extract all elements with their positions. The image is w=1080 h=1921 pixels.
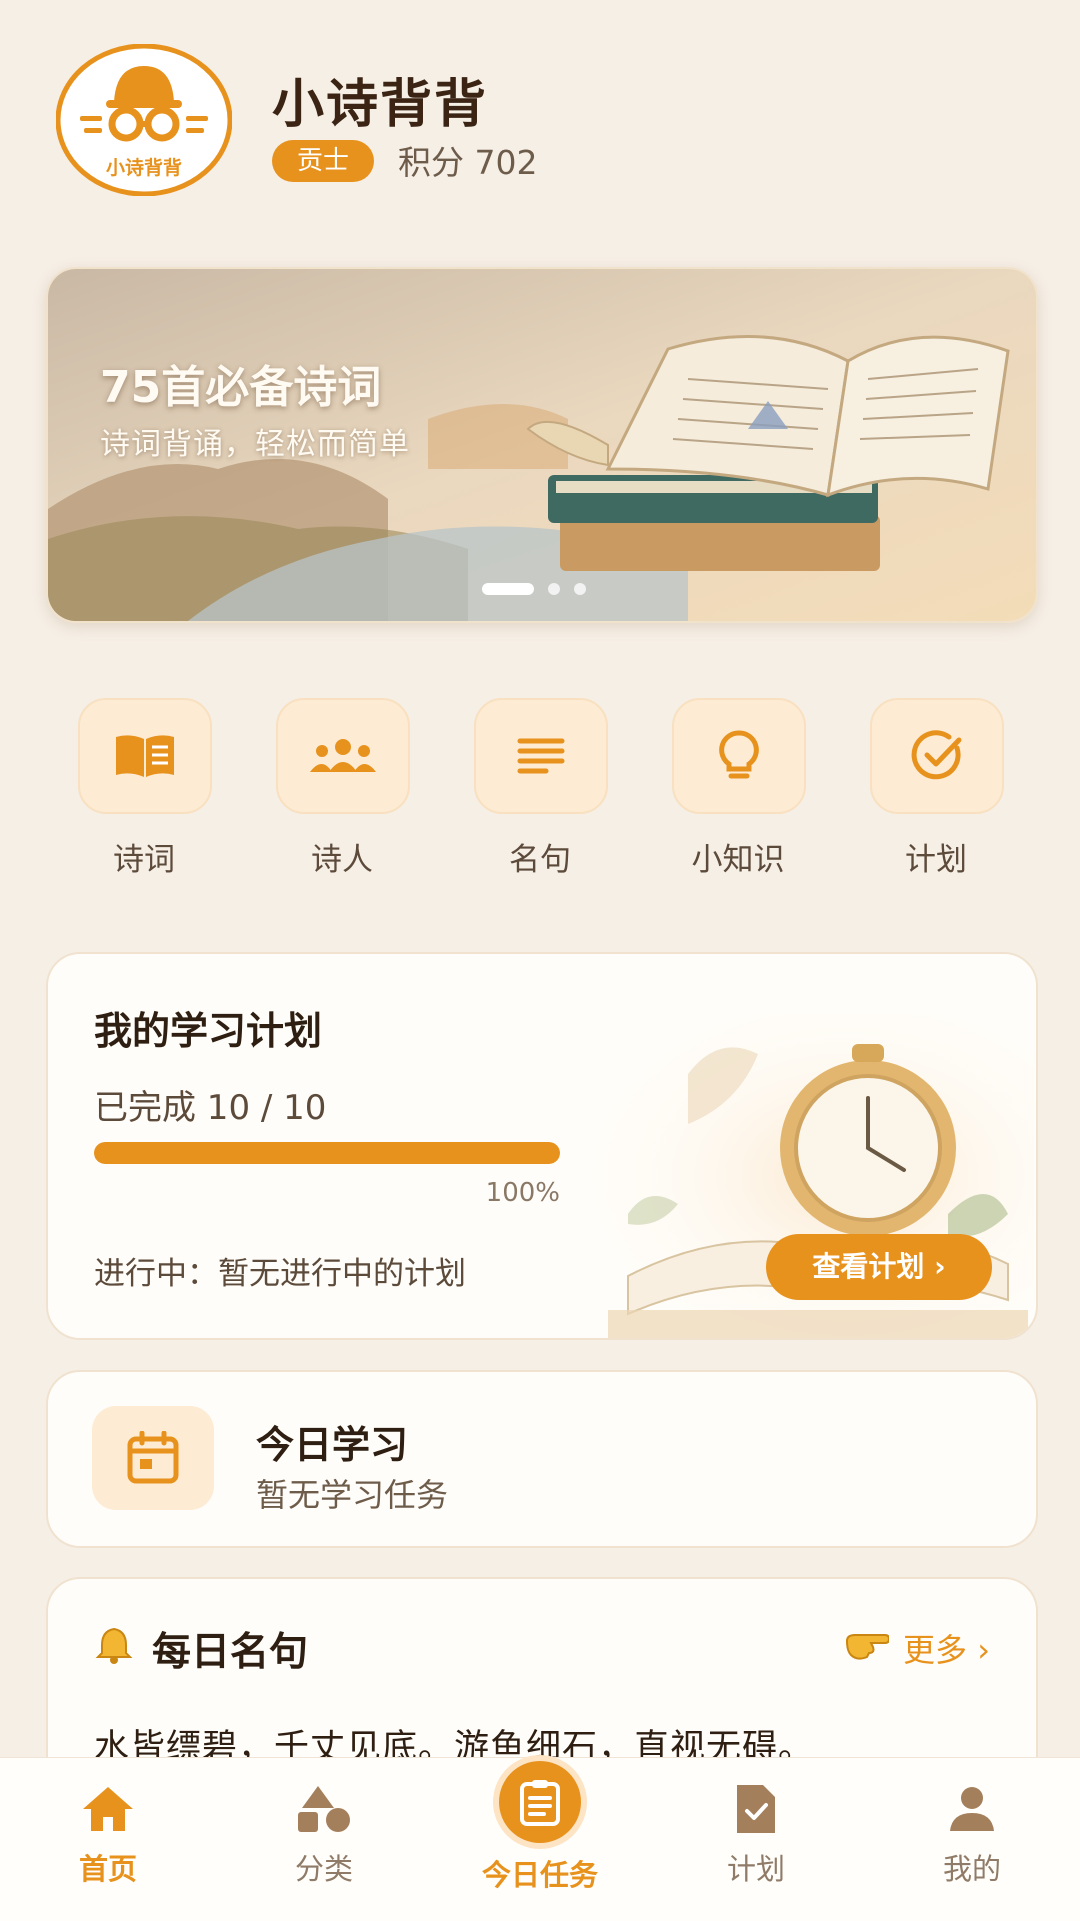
- category-quotes[interactable]: 名句: [474, 698, 608, 879]
- carousel-dot-active[interactable]: [482, 583, 534, 595]
- today-title: 今日学习: [256, 1423, 409, 1467]
- daily-quote-title: 每日名句: [152, 1630, 309, 1675]
- tab-me[interactable]: 我的: [902, 1780, 1042, 1888]
- today-subtitle: 暂无学习任务: [256, 1476, 449, 1514]
- category-plan[interactable]: 计划: [870, 698, 1004, 879]
- people-icon: [276, 698, 410, 814]
- plan-progress-percent: 100%: [485, 1178, 560, 1208]
- lines-icon: [474, 698, 608, 814]
- bottom-tab-bar: 首页 分类 今日任务 计划 我的: [0, 1757, 1080, 1921]
- view-plan-button[interactable]: 查看计划 ›: [766, 1234, 992, 1300]
- category-label: 计划: [905, 842, 967, 878]
- today-study-card[interactable]: 今日学习 暂无学习任务: [46, 1370, 1038, 1548]
- category-knowledge[interactable]: 小知识: [672, 698, 806, 879]
- check-circle-icon: [870, 698, 1004, 814]
- carousel-dot[interactable]: [548, 583, 560, 595]
- user-icon: [902, 1780, 1042, 1838]
- more-link[interactable]: 更多 ›: [845, 1625, 990, 1671]
- lightbulb-icon: [672, 698, 806, 814]
- app-title: 小诗背背: [272, 75, 489, 135]
- document-check-icon: [686, 1780, 826, 1838]
- more-label: 更多 ›: [903, 1631, 990, 1669]
- tab-home[interactable]: 首页: [38, 1780, 178, 1888]
- category-poems[interactable]: 诗词: [78, 698, 212, 879]
- tab-label: 我的: [942, 1852, 1001, 1886]
- tab-label: 今日任务: [481, 1858, 598, 1892]
- tab-label: 分类: [294, 1852, 353, 1886]
- home-icon: [38, 1780, 178, 1838]
- study-plan-card[interactable]: 我的学习计划 已完成 10 / 10 100% 进行中：暂无进行中的计划 查看计…: [46, 952, 1038, 1340]
- tab-today-task[interactable]: 今日任务: [470, 1761, 610, 1894]
- banner-title: 75首必备诗词: [100, 362, 382, 413]
- plan-status: 进行中：暂无进行中的计划: [94, 1256, 466, 1292]
- carousel-dot[interactable]: [574, 583, 586, 595]
- category-poets[interactable]: 诗人: [276, 698, 410, 879]
- rank-badge: 贡士: [272, 140, 374, 182]
- shapes-icon: [254, 1780, 394, 1838]
- book-icon: [78, 698, 212, 814]
- pointing-hand-icon: [845, 1631, 891, 1669]
- category-label: 诗词: [113, 842, 175, 878]
- category-label: 小知识: [691, 842, 785, 878]
- plan-completed-count: 已完成 10 / 10: [94, 1088, 327, 1128]
- calendar-icon: [92, 1406, 214, 1510]
- category-label: 诗人: [311, 842, 373, 878]
- tab-plan[interactable]: 计划: [686, 1780, 826, 1888]
- category-label: 名句: [509, 842, 571, 878]
- points-label: 积分 702: [398, 143, 538, 182]
- bell-icon: [94, 1625, 134, 1669]
- plan-progress-bar: [94, 1142, 560, 1164]
- tab-category[interactable]: 分类: [254, 1780, 394, 1888]
- logo-text: 小诗背背: [106, 156, 182, 179]
- banner-subtitle: 诗词背诵，轻松而简单: [100, 427, 410, 462]
- tab-label: 计划: [726, 1852, 785, 1886]
- app-logo: 小诗背背: [55, 43, 233, 197]
- banner-carousel[interactable]: 75首必备诗词 诗词背诵，轻松而简单: [46, 267, 1038, 623]
- plan-title: 我的学习计划: [94, 1009, 323, 1053]
- tab-label: 首页: [78, 1852, 137, 1886]
- clipboard-icon: [470, 1761, 610, 1843]
- plan-progress-fill: [94, 1142, 560, 1164]
